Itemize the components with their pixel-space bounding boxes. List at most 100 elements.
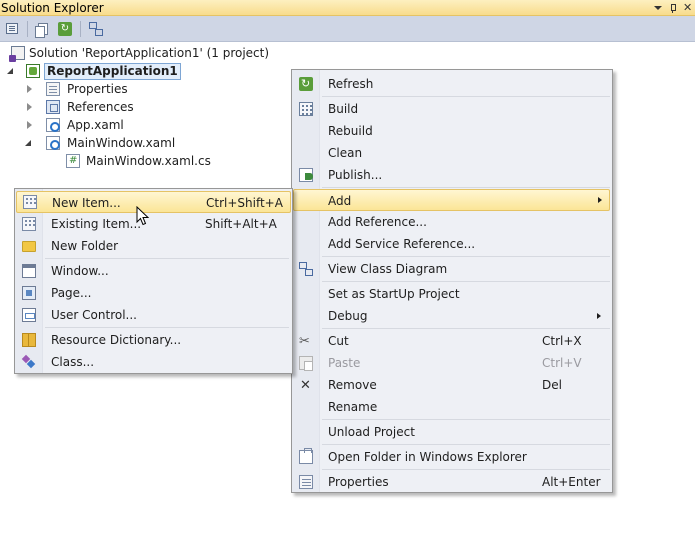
- menu-item-shortcut: Ctrl+Shift+A: [206, 196, 283, 210]
- menu-item-add-service-reference[interactable]: Add Service Reference...: [292, 233, 610, 255]
- csharp-file-icon: [66, 152, 80, 170]
- menu-item-rename[interactable]: Rename: [292, 396, 610, 418]
- menu-item-existing-item[interactable]: Existing Item... Shift+Alt+A: [15, 213, 292, 235]
- menu-item-label: Rename: [328, 400, 378, 414]
- menu-separator: [322, 444, 610, 445]
- submenu-arrow-icon: [597, 313, 601, 319]
- view-class-diagram-icon: [89, 21, 103, 36]
- menu-item-debug[interactable]: Debug: [292, 305, 610, 327]
- new-folder-icon: [22, 241, 36, 252]
- properties-icon: [299, 475, 313, 489]
- menu-item-label: Paste: [328, 356, 361, 370]
- menu-item-shortcut: Ctrl+V: [542, 356, 582, 370]
- pin-icon[interactable]: [668, 3, 677, 13]
- menu-item-cut[interactable]: Cut Ctrl+X: [292, 330, 610, 353]
- toolbar-separator: [80, 20, 81, 37]
- menu-item-remove[interactable]: Remove Del: [292, 374, 610, 397]
- expand-arrow-icon[interactable]: [26, 103, 34, 111]
- references-icon: [46, 100, 60, 114]
- expand-arrow-icon[interactable]: [26, 121, 34, 129]
- menu-item-unload-project[interactable]: Unload Project: [292, 421, 610, 443]
- menu-item-paste[interactable]: Paste Ctrl+V: [292, 352, 610, 374]
- menu-item-set-startup[interactable]: Set as StartUp Project: [292, 283, 610, 305]
- menu-item-label: Remove: [328, 378, 377, 392]
- add-submenu: New Item... Ctrl+Shift+A Existing Item..…: [14, 188, 293, 374]
- menu-item-open-folder[interactable]: Open Folder in Windows Explorer: [292, 446, 610, 468]
- menu-item-label: Open Folder in Windows Explorer: [328, 450, 527, 464]
- menu-item-shortcut: Ctrl+X: [542, 334, 582, 348]
- close-icon[interactable]: ✕: [683, 2, 692, 13]
- menu-separator: [45, 258, 289, 259]
- menu-item-view-class-diagram[interactable]: View Class Diagram: [292, 258, 610, 280]
- menu-item-class[interactable]: Class...: [15, 351, 292, 373]
- tree-node-label: Solution 'ReportApplication1' (1 project…: [29, 46, 270, 60]
- menu-item-shortcut: Alt+Enter: [542, 475, 601, 489]
- build-icon: [299, 102, 313, 116]
- menu-item-new-item[interactable]: New Item... Ctrl+Shift+A: [16, 191, 291, 213]
- menu-separator: [322, 328, 610, 329]
- collapse-arrow-icon[interactable]: [7, 67, 15, 75]
- menu-item-clean[interactable]: Clean: [292, 142, 610, 164]
- menu-separator: [322, 187, 610, 188]
- menu-item-label: Add: [328, 194, 352, 208]
- solution-explorer-titlebar: Solution Explorer ✕: [0, 0, 695, 16]
- menu-separator: [322, 96, 610, 97]
- menu-item-label: Unload Project: [328, 425, 415, 439]
- menu-item-build[interactable]: Build: [292, 98, 610, 120]
- dropdown-icon[interactable]: [653, 3, 662, 13]
- toolbar-separator: [27, 20, 28, 37]
- menu-item-label: Class...: [51, 355, 95, 369]
- properties-button[interactable]: [3, 20, 21, 38]
- tree-node-label: References: [67, 100, 134, 114]
- solution-explorer-toolbar: ↻: [0, 16, 695, 42]
- menu-item-resource-dictionary[interactable]: Resource Dictionary...: [15, 329, 292, 351]
- menu-item-label: Build: [328, 102, 359, 116]
- properties-icon: [6, 23, 18, 34]
- menu-item-page[interactable]: Page...: [15, 282, 292, 304]
- menu-item-new-folder[interactable]: New Folder: [15, 235, 292, 257]
- resource-dictionary-icon: [22, 333, 36, 347]
- menu-item-label: Add Service Reference...: [328, 237, 476, 251]
- tree-node-label: MainWindow.xaml.cs: [86, 154, 211, 168]
- menu-item-label: Cut: [328, 334, 349, 348]
- window-icon: [22, 264, 36, 278]
- menu-item-label: New Folder: [51, 239, 119, 253]
- context-menu: Refresh Build Rebuild Clean Publish... A…: [291, 69, 613, 493]
- show-all-files-icon: [35, 22, 48, 38]
- user-control-icon: [22, 308, 36, 322]
- page-icon: [22, 286, 36, 300]
- menu-item-add[interactable]: Add: [293, 189, 610, 211]
- menu-item-label: Existing Item...: [51, 217, 142, 231]
- menu-item-label: Resource Dictionary...: [51, 333, 182, 347]
- view-class-diagram-button[interactable]: [87, 20, 105, 38]
- tree-node-label: ReportApplication1: [44, 63, 181, 80]
- menu-item-add-reference[interactable]: Add Reference...: [292, 211, 610, 233]
- menu-item-label: Set as StartUp Project: [328, 287, 460, 301]
- menu-item-publish[interactable]: Publish...: [292, 164, 610, 186]
- menu-item-label: Clean: [328, 146, 363, 160]
- xaml-file-icon: [46, 118, 60, 132]
- menu-item-refresh[interactable]: Refresh: [292, 73, 610, 95]
- menu-item-label: Properties: [328, 475, 389, 489]
- menu-separator: [322, 256, 610, 257]
- xaml-file-icon: [46, 136, 60, 150]
- menu-item-label: Publish...: [328, 168, 383, 182]
- collapse-arrow-icon[interactable]: [25, 139, 33, 147]
- publish-icon: [299, 168, 313, 182]
- paste-icon: [299, 356, 313, 371]
- menu-item-user-control[interactable]: User Control...: [15, 304, 292, 326]
- refresh-button[interactable]: ↻: [56, 20, 74, 38]
- menu-item-label: Add Reference...: [328, 215, 427, 229]
- show-all-files-button[interactable]: [34, 20, 52, 38]
- menu-item-rebuild[interactable]: Rebuild: [292, 120, 610, 142]
- expand-arrow-icon[interactable]: [26, 85, 34, 93]
- submenu-arrow-icon: [598, 197, 602, 203]
- menu-item-window[interactable]: Window...: [15, 260, 292, 282]
- menu-item-label: Window...: [51, 264, 109, 278]
- menu-separator: [322, 281, 610, 282]
- tree-node-label: MainWindow.xaml: [67, 136, 176, 150]
- menu-item-label: Page...: [51, 286, 92, 300]
- menu-item-properties[interactable]: Properties Alt+Enter: [292, 471, 610, 493]
- menu-item-label: Rebuild: [328, 124, 373, 138]
- tree-node-label: Properties: [67, 82, 128, 96]
